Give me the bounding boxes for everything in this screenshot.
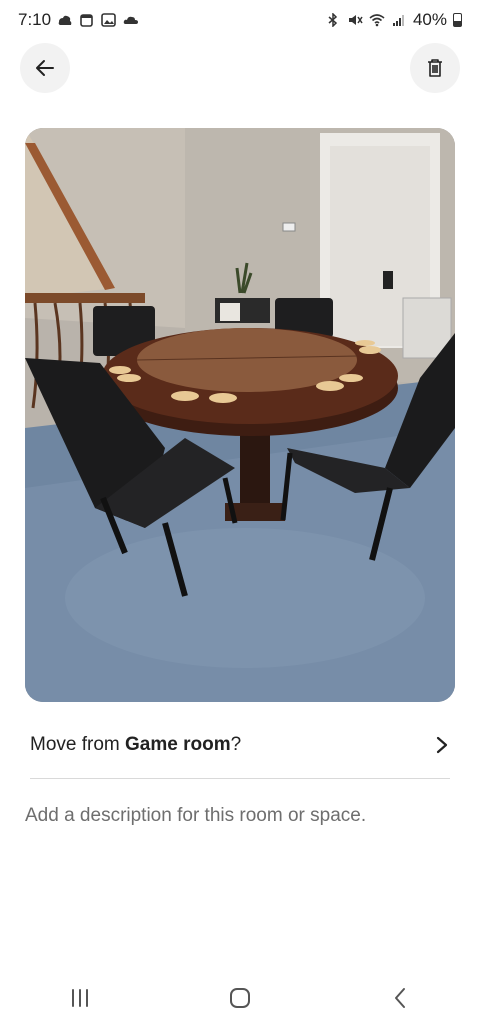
status-left: 7:10 — [18, 10, 139, 30]
system-nav-bar — [0, 975, 480, 1020]
back-button[interactable] — [20, 43, 70, 93]
description-field[interactable]: Add a description for this room or space… — [25, 805, 455, 827]
mute-icon — [348, 15, 363, 25]
recents-button[interactable] — [50, 978, 110, 1018]
divider — [30, 778, 450, 779]
room-photo-image — [25, 128, 455, 702]
back-icon — [395, 987, 405, 1008]
status-time: 7:10 — [18, 10, 52, 29]
status-right: 40% — [325, 10, 462, 30]
chevron-right-icon — [436, 736, 448, 754]
notification-icon — [58, 15, 72, 25]
move-suffix: ? — [230, 734, 242, 755]
move-room-name: Game room — [125, 734, 231, 755]
move-prefix: Move from — [30, 734, 126, 755]
nav-back-button[interactable] — [370, 978, 430, 1018]
room-photo[interactable] — [25, 128, 455, 702]
cloud-icon — [123, 16, 139, 24]
recents-icon — [72, 988, 88, 1007]
wifi-icon — [369, 14, 385, 27]
calendar-icon — [80, 14, 93, 27]
delete-button[interactable] — [410, 43, 460, 93]
home-icon — [230, 987, 250, 1008]
battery-icon — [453, 13, 462, 27]
status-bar: 7:10 40% — [0, 0, 480, 40]
move-room-text: Move from Game room? — [30, 734, 241, 756]
signal-icon — [392, 15, 404, 26]
trash-icon — [428, 59, 442, 77]
home-button[interactable] — [210, 978, 270, 1018]
bluetooth-icon — [328, 13, 338, 27]
arrow-left-icon — [36, 60, 54, 76]
move-room-row[interactable]: Move from Game room? — [30, 720, 450, 770]
gallery-icon — [101, 13, 116, 27]
battery-percent: 40% — [412, 10, 447, 29]
